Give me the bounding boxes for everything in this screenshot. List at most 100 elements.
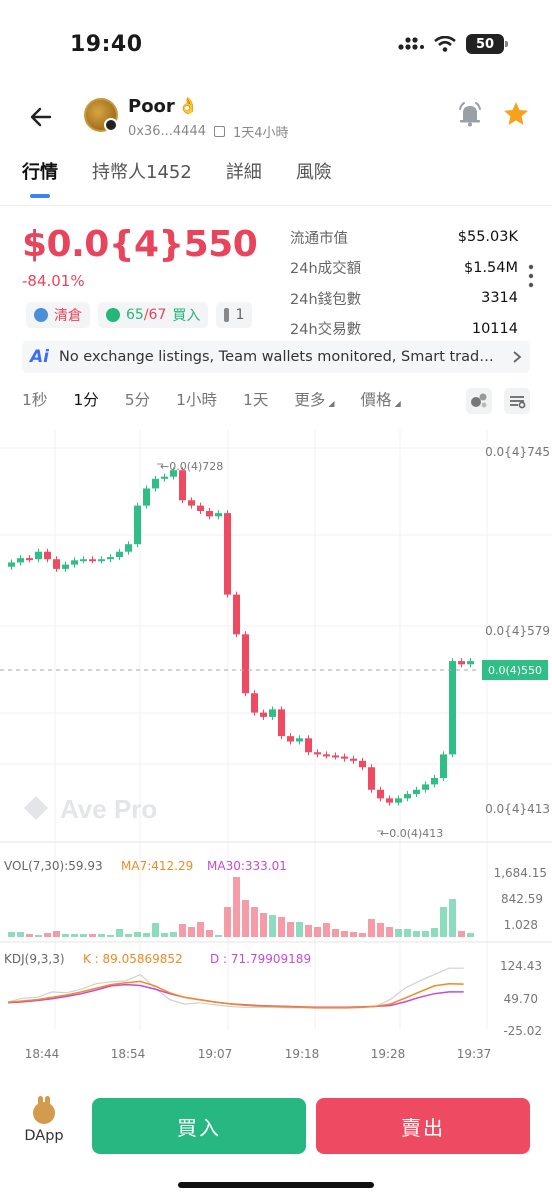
- volume-bar: [467, 933, 474, 937]
- stat-value: $55.03K: [457, 229, 518, 246]
- candle-body: [395, 798, 402, 803]
- holders-buy-badge[interactable]: 65/67 買入: [98, 302, 209, 328]
- holders-buy-label: 買入: [172, 308, 201, 324]
- volume-bar: [395, 929, 402, 937]
- timeframe-1d[interactable]: 1天: [243, 388, 268, 410]
- tab-holders[interactable]: 持幣人1452: [92, 158, 192, 184]
- candle-body: [467, 661, 474, 665]
- stat-row: 24h錢包數 3314: [290, 283, 518, 314]
- volume-bar: [251, 907, 258, 937]
- buy-button[interactable]: 買入: [92, 1098, 306, 1154]
- volume-bar: [179, 924, 186, 937]
- tabs-divider: [0, 205, 552, 206]
- candle-body: [260, 712, 267, 717]
- candle-body: [188, 500, 195, 506]
- token-header: Poor 👌 0x36...4444 1天4小時: [0, 92, 552, 142]
- price-axis-high: 0.0{4}745: [485, 445, 550, 459]
- candle-body: [431, 777, 438, 785]
- volume-bar: [8, 932, 15, 937]
- sell-button[interactable]: 賣出: [316, 1098, 530, 1154]
- volume-bar: [260, 913, 267, 937]
- candle-body: [377, 789, 384, 799]
- candle-body: [368, 767, 375, 790]
- dapp-label: DApp: [24, 1128, 64, 1144]
- ai-summary-text: No exchange listings, Team wallets monit…: [58, 349, 502, 365]
- chart-settings-button[interactable]: [504, 388, 530, 414]
- candle-body: [278, 709, 285, 737]
- timeframe-5m[interactable]: 5分: [125, 388, 150, 410]
- timeframe-more[interactable]: 更多: [294, 388, 334, 410]
- stat-row: 24h成交額 $1.54M: [290, 253, 518, 284]
- stat-value: $1.54M: [463, 259, 518, 276]
- volume-bar: [170, 932, 177, 937]
- candle-body: [17, 558, 24, 563]
- chain-badge-icon: [104, 118, 118, 132]
- candle-body: [350, 758, 357, 761]
- candle-body: [80, 559, 87, 562]
- volume-bar: [125, 934, 132, 937]
- volume-bar: [116, 929, 123, 937]
- price-axis-low: 0.0{4}413: [485, 802, 550, 816]
- candle-body: [359, 760, 366, 768]
- candle-body: [197, 505, 204, 511]
- candle-body: [323, 754, 330, 757]
- volume-bar: [305, 925, 312, 937]
- candle-body: [251, 693, 258, 713]
- price-axis-mid: 0.0{4}579: [485, 624, 550, 638]
- volume-bar: [323, 923, 330, 937]
- tab-market[interactable]: 行情: [22, 158, 58, 198]
- stat-label: 流通市值: [290, 230, 348, 247]
- candle-body: [89, 559, 96, 562]
- candle-body: [161, 476, 168, 479]
- candle-body: [341, 756, 348, 759]
- high-marker-label: ←0.0(4)728: [160, 460, 223, 473]
- back-arrow-icon[interactable]: [26, 102, 56, 132]
- volume-bar: [134, 932, 141, 937]
- copy-icon[interactable]: [214, 126, 225, 137]
- ai-summary-bar[interactable]: Ai No exchange listings, Team wallets mo…: [22, 341, 530, 373]
- candle-body: [296, 738, 303, 742]
- favorite-star-icon[interactable]: [502, 100, 530, 128]
- chart-canvas[interactable]: Ave Pro 0.0(4)550 0.0{4}745 0.0{4}579 0.…: [0, 430, 552, 1070]
- token-address: 0x36...4444: [128, 124, 206, 139]
- crown-badge[interactable]: 1: [216, 302, 253, 328]
- tab-risk[interactable]: 風險: [296, 158, 332, 184]
- tab-details[interactable]: 詳細: [226, 158, 262, 184]
- candle-body: [134, 505, 141, 545]
- home-indicator: [178, 1182, 374, 1188]
- volume-bar: [440, 907, 447, 937]
- candle-body: [305, 738, 312, 753]
- candle-body: [224, 513, 231, 595]
- timeframe-1h[interactable]: 1小時: [176, 388, 217, 410]
- clear-badge[interactable]: 清倉: [26, 302, 90, 328]
- volume-bar: [332, 929, 339, 937]
- cloud-icon: [34, 308, 48, 322]
- price-chart[interactable]: Ave Pro 0.0(4)550 0.0{4}745 0.0{4}579 0.…: [0, 430, 552, 1070]
- candle-body: [107, 557, 114, 560]
- dapp-button[interactable]: DApp: [22, 1096, 66, 1144]
- volume-bar: [233, 877, 240, 937]
- volume-bar: [431, 928, 438, 937]
- clear-badge-label: 清倉: [54, 308, 82, 324]
- candle-body: [206, 510, 213, 517]
- bell-icon[interactable]: [456, 100, 484, 128]
- low-marker-label: ←0.0(4)413: [380, 827, 443, 840]
- stat-label: 24h成交額: [290, 261, 362, 278]
- candle-body: [269, 709, 276, 717]
- indicator-toggle-button[interactable]: [466, 388, 492, 414]
- candle-body: [53, 559, 60, 569]
- volume-bar: [53, 931, 60, 937]
- timeframe-1s[interactable]: 1秒: [22, 388, 47, 410]
- candle-body: [152, 478, 159, 489]
- candle-body: [242, 634, 249, 694]
- volume-bar: [224, 907, 231, 937]
- kdj-k-legend: K : 89.05869852: [83, 952, 183, 966]
- more-vertical-icon[interactable]: [528, 264, 534, 288]
- time-axis-label: 19:28: [371, 1047, 406, 1061]
- time-axis-label: 19:07: [198, 1047, 233, 1061]
- stat-row: 24h交易數 10114: [290, 314, 518, 345]
- volume-bar: [98, 934, 105, 937]
- stat-value: 3314: [481, 290, 518, 307]
- price-mode-select[interactable]: 價格: [361, 388, 401, 410]
- timeframe-1m[interactable]: 1分: [73, 388, 98, 410]
